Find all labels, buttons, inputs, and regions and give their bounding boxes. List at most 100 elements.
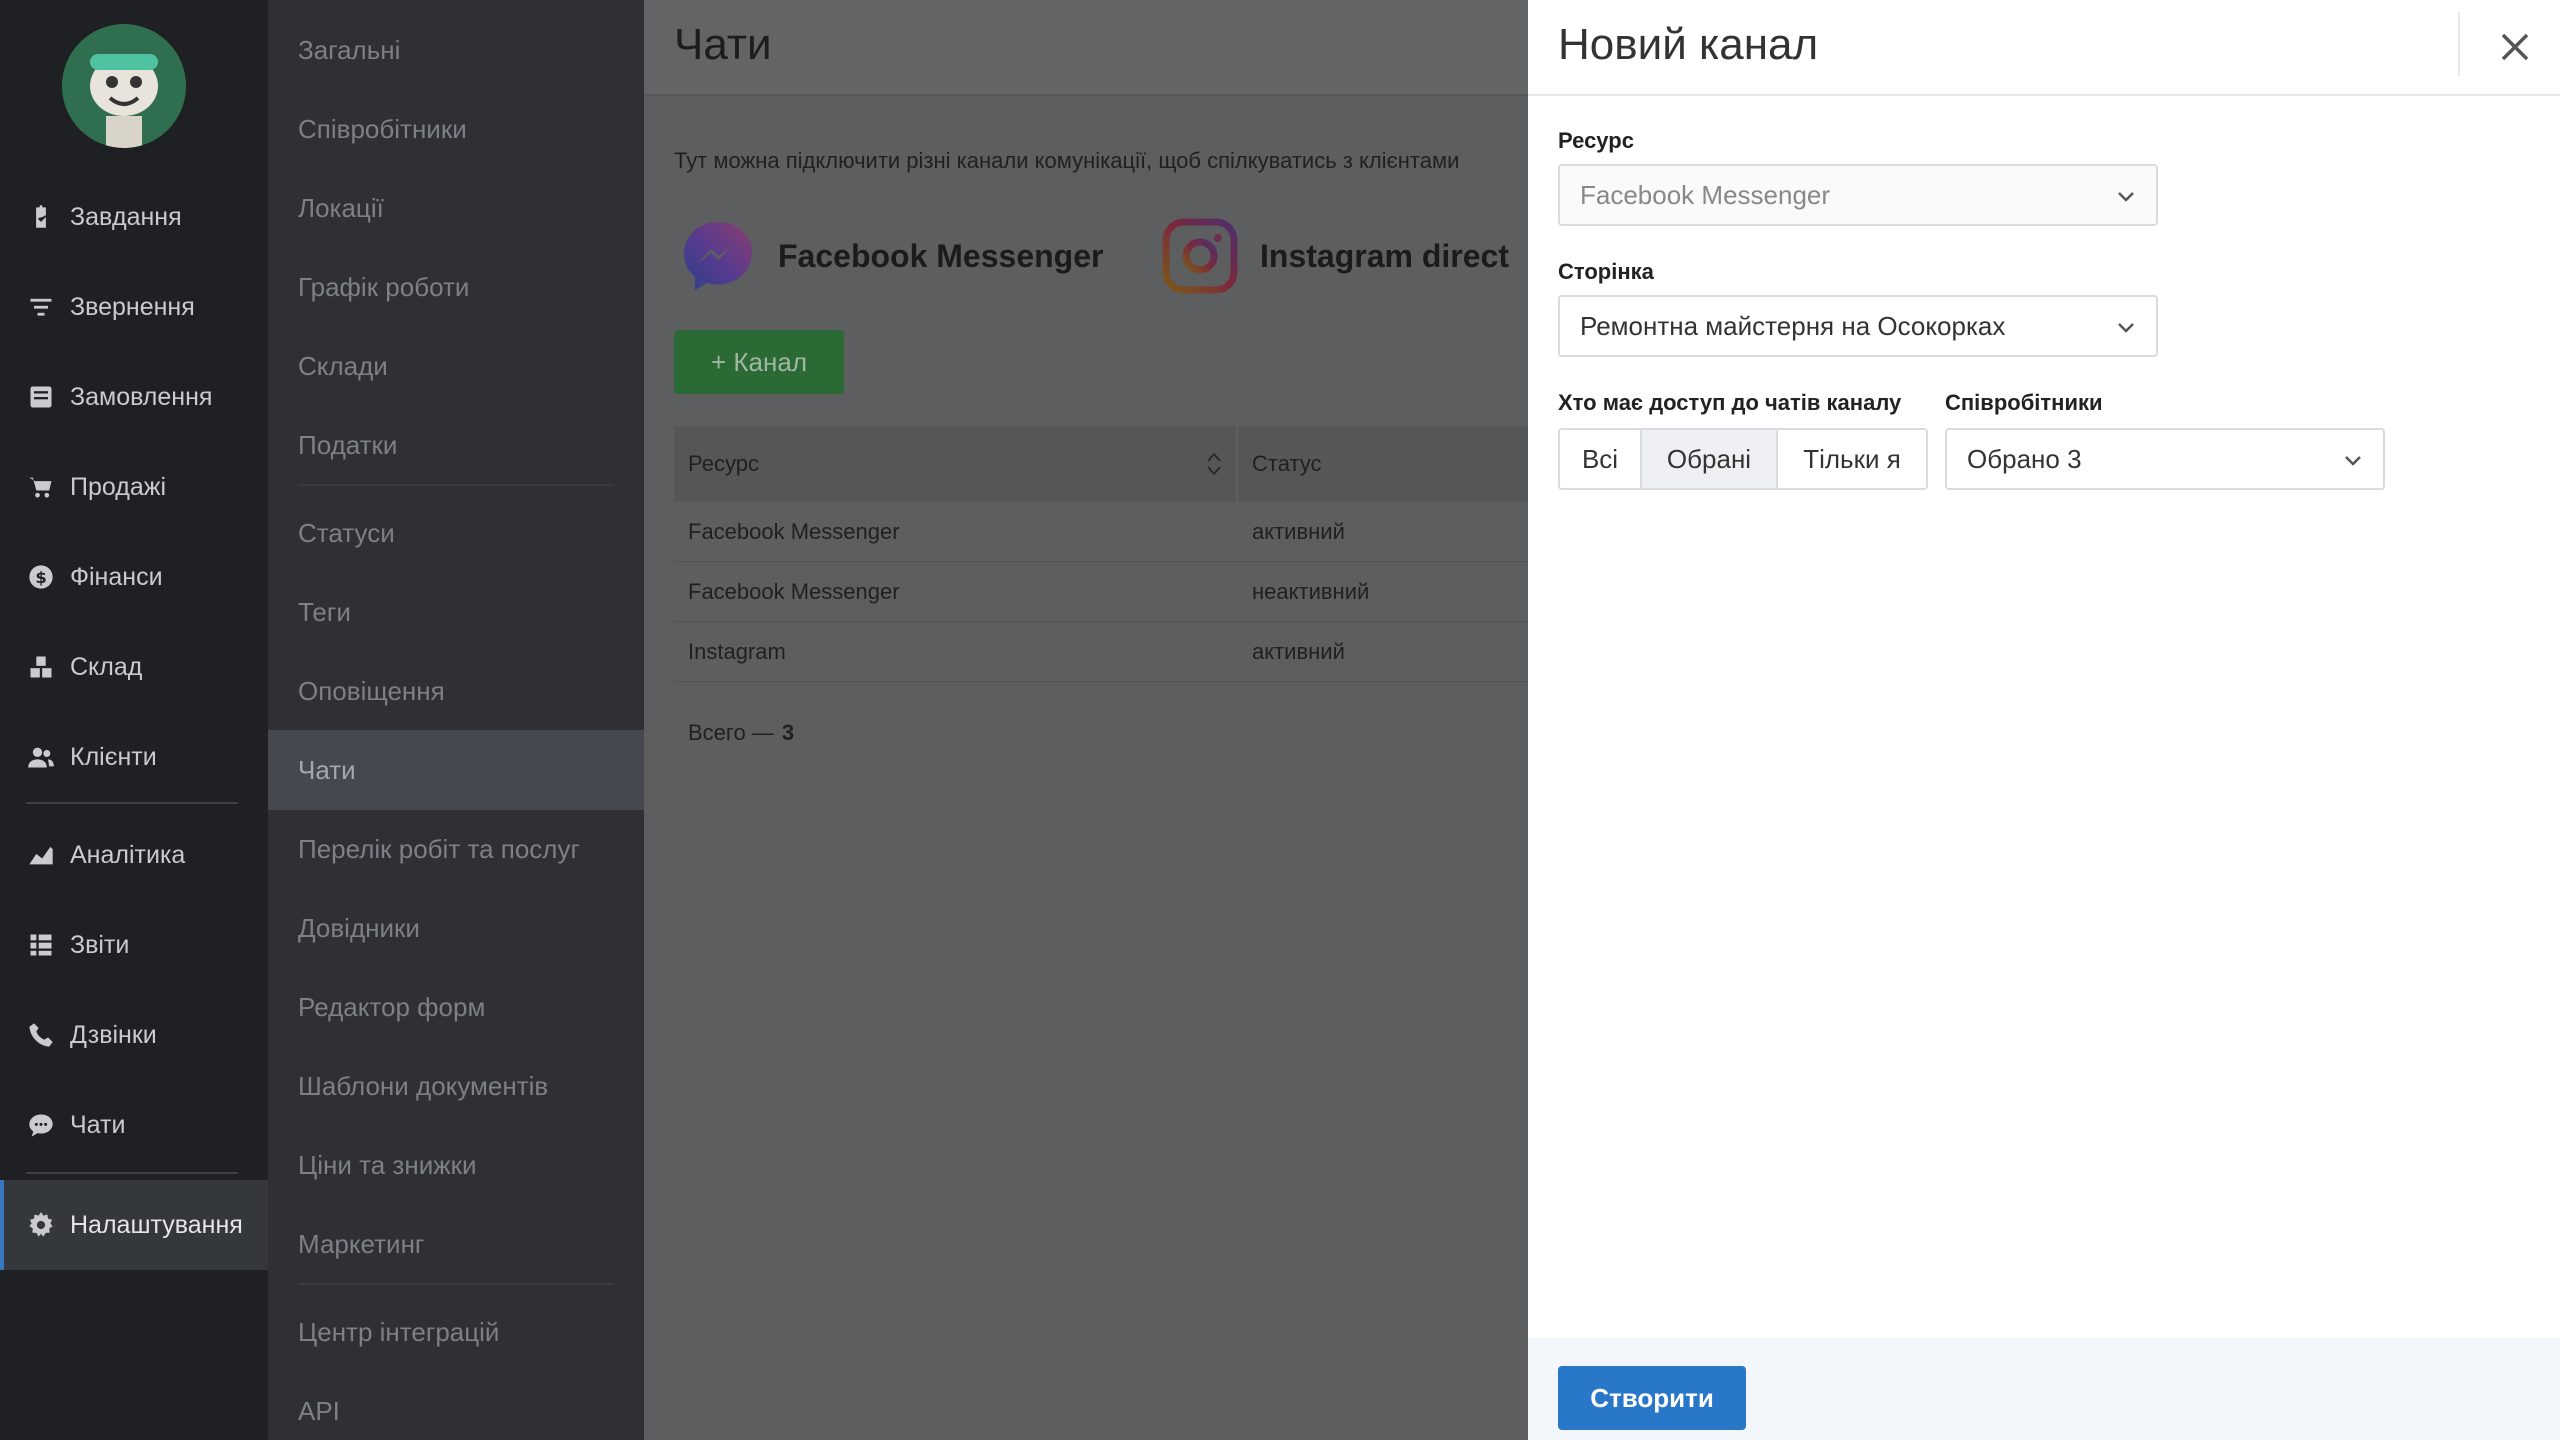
sidebar-item-warehouse[interactable]: Склад <box>0 622 268 712</box>
access-segmented-control: Всі Обрані Тільки я <box>1558 428 1928 490</box>
sidebar-item-finance[interactable]: $ Фінанси <box>0 532 268 622</box>
panel-title: Новий канал <box>1558 20 1819 69</box>
cart-icon <box>26 472 56 502</box>
page-header: Чати <box>644 0 1528 96</box>
submenu-item-notifications[interactable]: Оповіщення <box>268 651 644 731</box>
submenu-item-employees[interactable]: Співробітники <box>268 89 644 169</box>
submenu-item-taxes[interactable]: Податки <box>268 405 644 485</box>
submenu-item-locations[interactable]: Локації <box>268 168 644 248</box>
submenu-item-label: Перелік робіт та послуг <box>298 833 580 864</box>
submenu-item-document-templates[interactable]: Шаблони документів <box>268 1046 644 1126</box>
submenu-item-form-editor[interactable]: Редактор форм <box>268 967 644 1047</box>
submenu-item-integrations[interactable]: Центр інтеграцій <box>268 1292 644 1372</box>
panel-footer: Створити <box>1528 1338 2560 1440</box>
sidebar-item-clients[interactable]: Клієнти <box>0 712 268 802</box>
submenu-item-label: Чати <box>298 754 356 785</box>
submenu-item-marketing[interactable]: Маркетинг <box>268 1204 644 1284</box>
total-value: 3 <box>781 720 795 745</box>
table-row[interactable]: Facebook Messenger неактивний <box>674 562 1528 622</box>
chart-area-icon <box>26 840 56 870</box>
submenu-item-label: Склади <box>298 350 388 381</box>
sidebar-item-chats[interactable]: Чати <box>0 1080 268 1170</box>
sidebar-item-label: Продажі <box>70 472 166 501</box>
create-button[interactable]: Створити <box>1558 1366 1746 1430</box>
resource-select[interactable]: Facebook Messenger <box>1558 164 2158 226</box>
column-header-status: Статус <box>1238 426 1322 502</box>
sidebar-item-label: Замовлення <box>70 382 213 411</box>
header-divider <box>2458 12 2460 76</box>
add-channel-button[interactable]: + Канал <box>674 330 844 394</box>
table-row[interactable]: Instagram активний <box>674 622 1528 682</box>
submenu-item-label: Графік роботи <box>298 271 470 302</box>
resource-label: Ресурс <box>1558 128 1634 153</box>
submenu-item-api[interactable]: API <box>268 1371 644 1440</box>
dollar-icon: $ <box>26 562 56 592</box>
submenu-item-services[interactable]: Перелік робіт та послуг <box>268 809 644 889</box>
submenu-item-label: Теги <box>298 596 351 627</box>
settings-submenu: Загальні Співробітники Локації Графік робот… <box>268 0 644 1440</box>
gear-icon <box>26 1210 56 1240</box>
column-header-resource[interactable]: Ресурс <box>674 426 1238 502</box>
submenu-item-prices-discounts[interactable]: Ціни та знижки <box>268 1125 644 1205</box>
clipboard-icon <box>26 202 56 232</box>
page-description: Тут можна підключити різні канали комуні… <box>674 148 1460 173</box>
sidebar-divider <box>26 802 238 804</box>
sidebar-item-requests[interactable]: Звернення <box>0 262 268 352</box>
total-label: Всего — <box>688 720 774 745</box>
messenger-logo-icon <box>684 222 752 290</box>
provider-instagram-direct[interactable]: Instagram direct <box>1162 216 1509 296</box>
access-option-selected[interactable]: Обрані <box>1640 430 1776 488</box>
access-option-only-me[interactable]: Тільки я <box>1776 430 1926 488</box>
page-select[interactable]: Ремонтна майстерня на Осокорках <box>1558 295 2158 357</box>
cell-status: неактивний <box>1252 578 1370 604</box>
chat-icon <box>26 1110 56 1140</box>
sidebar-item-label: Дзвінки <box>70 1020 157 1049</box>
submenu-item-label: Редактор форм <box>298 991 486 1022</box>
employees-select-value: Обрано 3 <box>1967 443 2082 474</box>
sidebar-item-settings[interactable]: Налаштування <box>0 1180 268 1270</box>
submenu-item-label: Центр інтеграцій <box>298 1316 500 1347</box>
submenu-item-general[interactable]: Загальні <box>268 10 644 90</box>
chevron-down-icon <box>2118 323 2134 333</box>
submenu-item-label: Статуси <box>298 517 395 548</box>
chevron-down-icon <box>2118 192 2134 202</box>
order-icon <box>26 382 56 412</box>
sidebar-item-orders[interactable]: Замовлення <box>0 352 268 442</box>
cell-resource: Instagram <box>688 638 786 664</box>
sidebar-item-label: Чати <box>70 1110 126 1139</box>
sidebar-item-reports[interactable]: Звіти <box>0 900 268 990</box>
instagram-logo-icon <box>1162 218 1238 294</box>
robot-mascot-icon <box>62 24 186 148</box>
submenu-item-warehouses[interactable]: Склади <box>268 326 644 406</box>
submenu-item-tags[interactable]: Теги <box>268 572 644 652</box>
submenu-item-label: Локації <box>298 192 384 223</box>
provider-facebook-messenger[interactable]: Facebook Messenger <box>680 216 1103 296</box>
access-label: Хто має доступ до чатів каналу <box>1558 390 1902 415</box>
cell-resource: Facebook Messenger <box>688 578 900 604</box>
table-row[interactable]: Facebook Messenger активний <box>674 502 1528 562</box>
cell-resource: Facebook Messenger <box>688 518 900 544</box>
employees-select[interactable]: Обрано 3 <box>1945 428 2385 490</box>
sidebar-item-sales[interactable]: Продажі <box>0 442 268 532</box>
cell-status: активний <box>1252 638 1345 664</box>
sidebar-item-label: Звіти <box>70 930 130 959</box>
submenu-item-directories[interactable]: Довідники <box>268 888 644 968</box>
submenu-item-label: Маркетинг <box>298 1228 425 1259</box>
boxes-icon <box>26 652 56 682</box>
channels-table: Ресурс Статус Facebook Messenger активни… <box>674 426 1528 682</box>
sidebar-item-calls[interactable]: Дзвінки <box>0 990 268 1080</box>
submenu-item-label: Податки <box>298 429 398 460</box>
submenu-item-label: Оповіщення <box>298 675 445 706</box>
submenu-item-statuses[interactable]: Статуси <box>268 493 644 573</box>
avatar[interactable] <box>62 24 186 148</box>
sort-icon[interactable] <box>1206 450 1222 478</box>
access-option-all[interactable]: Всі <box>1560 430 1640 488</box>
new-channel-panel: Новий канал Ресурс Facebook Messenger Ст… <box>1528 0 2560 1440</box>
column-header-label: Ресурс <box>688 451 759 476</box>
sidebar-item-tasks[interactable]: Завдання <box>0 172 268 262</box>
submenu-item-chats[interactable]: Чати <box>268 730 644 810</box>
close-button[interactable] <box>2490 22 2540 72</box>
submenu-item-schedule[interactable]: Графік роботи <box>268 247 644 327</box>
sidebar-item-analytics[interactable]: Аналітика <box>0 810 268 900</box>
svg-text:$: $ <box>35 568 46 587</box>
